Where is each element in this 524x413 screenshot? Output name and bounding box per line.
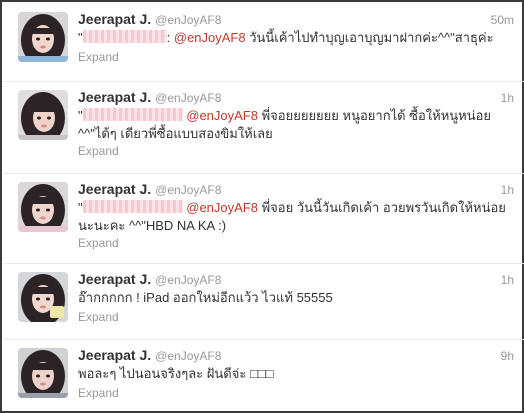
tweet-item[interactable]: Jeerapat J. @enJoyAF8 1h อ๊ากกกกก ! iPad … <box>4 264 524 340</box>
expand-link[interactable]: Expand <box>78 386 119 400</box>
expand-link[interactable]: Expand <box>78 310 119 324</box>
author-name-text[interactable]: Jeerapat J. <box>78 347 151 363</box>
tweet-timeline: Jeerapat J. @enJoyAF8 50m ": @enJoyAF8 วั… <box>0 0 524 413</box>
expand-link[interactable]: Expand <box>78 144 119 158</box>
redacted-mention <box>82 30 167 43</box>
tweet-text: อ๊ากกกกก ! iPad ออกใหม่อีกแว้ว ไวแท้ 555… <box>78 290 333 305</box>
avatar[interactable] <box>18 182 68 232</box>
author-name-text[interactable]: Jeerapat J. <box>78 11 151 27</box>
author-name[interactable]: Jeerapat J. @enJoyAF8 <box>78 181 221 197</box>
tweet-time[interactable]: 9h <box>501 349 514 363</box>
author-name-text[interactable]: Jeerapat J. <box>78 271 151 287</box>
author-handle[interactable]: @enJoyAF8 <box>155 273 221 287</box>
avatar[interactable] <box>18 12 68 62</box>
author-name[interactable]: Jeerapat J. @enJoyAF8 <box>78 89 221 105</box>
author-name-text[interactable]: Jeerapat J. <box>78 89 151 105</box>
avatar[interactable] <box>18 272 68 322</box>
tweet-body: พี่จอย วันนี้วันเกิดเค้า อวยพรวันเกิดให้… <box>257 200 506 215</box>
tweet-text: พอละๆ ไปนอนจริงๆละ ฝันดีจ่ะ □□□ <box>78 366 274 381</box>
tweet-item[interactable]: Jeerapat J. @enJoyAF8 1h " @enJoyAF8 พี่จ… <box>4 82 524 174</box>
author-handle[interactable]: @enJoyAF8 <box>155 183 221 197</box>
tweet-item[interactable]: Jeerapat J. @enJoyAF8 9h พอละๆ ไปนอนจริงๆ… <box>4 340 524 413</box>
author-name[interactable]: Jeerapat J. @enJoyAF8 <box>78 271 221 287</box>
quote-mark: " <box>78 30 83 45</box>
tweet-time[interactable]: 1h <box>501 183 514 197</box>
tweet-text: " @enJoyAF8 พี่จอย วันนี้วันเกิดเค้า อวย… <box>78 199 514 235</box>
tweet-text: ": @enJoyAF8 วันนี้เค้าไปทำบุญเอาบุญมาฝา… <box>78 29 514 47</box>
avatar[interactable] <box>18 90 68 140</box>
expand-link[interactable]: Expand <box>78 50 119 64</box>
quote-mark: " <box>78 200 83 215</box>
author-name[interactable]: Jeerapat J. @enJoyAF8 <box>78 11 221 27</box>
tweet-body-line2: ^^"ได้ๆ เดียวพี่ซื้อแบบสองขิมให้เลย <box>78 126 273 141</box>
avatar[interactable] <box>18 348 68 398</box>
quote-mark: " <box>78 108 83 123</box>
author-name-text[interactable]: Jeerapat J. <box>78 181 151 197</box>
mention-link[interactable]: @enJoyAF8 <box>186 108 258 123</box>
tweet-body: วันนี้เค้าไปทำบุญเอาบุญมาฝากค่ะ^^"สาธุค่… <box>245 30 494 45</box>
tweet-body: พี่จอยยยยยยย หนูอยากได้ ซื้อให้หนูหน่อย <box>257 108 492 123</box>
mention-link[interactable]: @enJoyAF8 <box>186 200 258 215</box>
tweet-body-line2: นะนะคะ ^^"HBD NA KA :) <box>78 218 227 233</box>
expand-link[interactable]: Expand <box>78 236 119 250</box>
author-handle[interactable]: @enJoyAF8 <box>155 13 221 27</box>
tweet-time[interactable]: 50m <box>491 13 514 27</box>
tweet-time[interactable]: 1h <box>501 273 514 287</box>
mention-link[interactable]: @enJoyAF8 <box>174 30 246 45</box>
author-name[interactable]: Jeerapat J. @enJoyAF8 <box>78 347 221 363</box>
tweet-item[interactable]: Jeerapat J. @enJoyAF8 1h " @enJoyAF8 พี่จ… <box>4 174 524 264</box>
author-handle[interactable]: @enJoyAF8 <box>155 91 221 105</box>
redacted-mention <box>82 108 183 121</box>
redacted-mention <box>82 200 183 213</box>
tweet-time[interactable]: 1h <box>501 91 514 105</box>
mention-suffix: : <box>166 30 171 45</box>
author-handle[interactable]: @enJoyAF8 <box>155 349 221 363</box>
tweet-text: " @enJoyAF8 พี่จอยยยยยยย หนูอยากได้ ซื้อ… <box>78 107 514 143</box>
tweet-item[interactable]: Jeerapat J. @enJoyAF8 50m ": @enJoyAF8 วั… <box>4 4 524 82</box>
